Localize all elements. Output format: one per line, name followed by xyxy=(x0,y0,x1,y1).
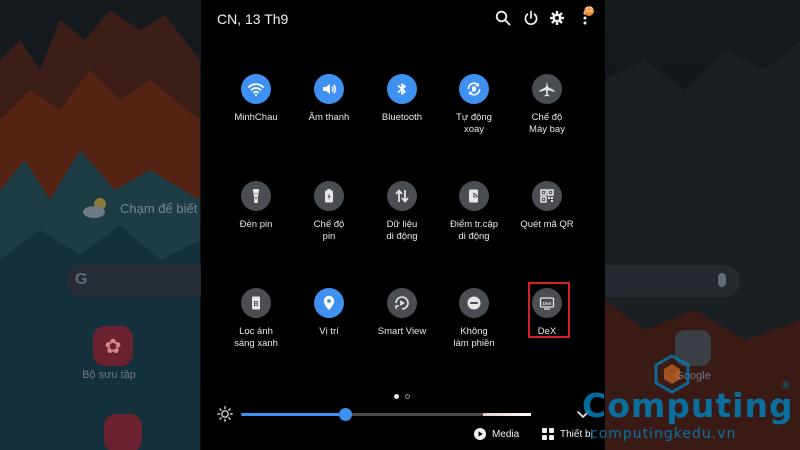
wifi-icon[interactable] xyxy=(241,74,271,104)
do-not-disturb-icon[interactable] xyxy=(459,288,489,318)
google-app-icon xyxy=(675,330,711,366)
devices-button[interactable]: Thiết bị xyxy=(542,428,593,440)
google-logo: G xyxy=(75,271,88,288)
weather-icon xyxy=(82,196,112,220)
app-gallery: ✿ Bộ sưu tập xyxy=(82,326,138,381)
brightness-track-end xyxy=(483,413,531,416)
brightness-fill xyxy=(241,413,346,416)
flashlight-icon[interactable] xyxy=(241,181,271,211)
page-dot[interactable] xyxy=(405,394,410,399)
mic-icon xyxy=(718,273,726,287)
airplane-icon[interactable] xyxy=(532,74,562,104)
app-icon xyxy=(104,414,142,450)
brightness-slider-row xyxy=(217,406,591,422)
battery-mode-icon[interactable] xyxy=(314,181,344,211)
svg-text:B: B xyxy=(253,301,258,308)
panel-header: CN, 13 Th9 12 xyxy=(201,0,605,36)
dex-highlight-box xyxy=(528,282,570,338)
blue-light-filter-icon[interactable]: B xyxy=(241,288,271,318)
devices-grid-icon xyxy=(542,428,554,440)
page-indicator xyxy=(394,394,410,399)
play-icon xyxy=(474,428,486,440)
page-dot-active[interactable] xyxy=(394,394,399,399)
brightness-slider[interactable] xyxy=(241,413,531,416)
sound-icon[interactable] xyxy=(314,74,344,104)
weather-widget: Chạm để biết th xyxy=(82,196,212,220)
app-google: Google xyxy=(666,330,720,382)
mobile-data-icon[interactable] xyxy=(387,181,417,211)
tile-qr-scan[interactable]: Quét mã QR xyxy=(502,181,592,231)
tile-airplane[interactable]: Chế độ Máy bay xyxy=(502,74,592,136)
chevron-down-icon[interactable] xyxy=(575,406,591,422)
quick-settings-panel: CN, 13 Th9 12 MinhChau Âm thanh Bluetooth T… xyxy=(201,0,605,450)
media-button[interactable]: Media xyxy=(474,428,519,440)
location-icon[interactable] xyxy=(314,288,344,318)
app-google-label: Google xyxy=(675,370,711,382)
app-gallery-label: Bộ sưu tập xyxy=(82,369,136,381)
date-label: CN, 13 Th9 xyxy=(217,11,289,27)
bluetooth-icon[interactable] xyxy=(387,74,417,104)
tile-label: Chế độ Máy bay xyxy=(529,112,565,135)
brightness-thumb[interactable] xyxy=(339,408,353,421)
qr-scan-icon[interactable] xyxy=(532,181,562,211)
smart-view-icon[interactable] xyxy=(387,288,417,318)
tile-label: Quét mã QR xyxy=(520,219,574,230)
auto-rotate-icon[interactable] xyxy=(459,74,489,104)
power-icon[interactable] xyxy=(521,8,541,28)
gallery-icon: ✿ xyxy=(93,326,133,366)
settings-gear-icon[interactable] xyxy=(547,8,567,28)
weather-text: Chạm để biết th xyxy=(120,200,212,216)
search-icon[interactable] xyxy=(493,8,513,28)
wallpaper-right xyxy=(605,40,800,450)
media-label: Media xyxy=(492,428,520,440)
devices-label: Thiết bị xyxy=(560,428,593,440)
hotspot-icon[interactable] xyxy=(459,181,489,211)
wallpaper-left xyxy=(0,10,200,450)
notification-badge: 12 xyxy=(584,6,594,16)
brightness-icon xyxy=(217,406,233,422)
